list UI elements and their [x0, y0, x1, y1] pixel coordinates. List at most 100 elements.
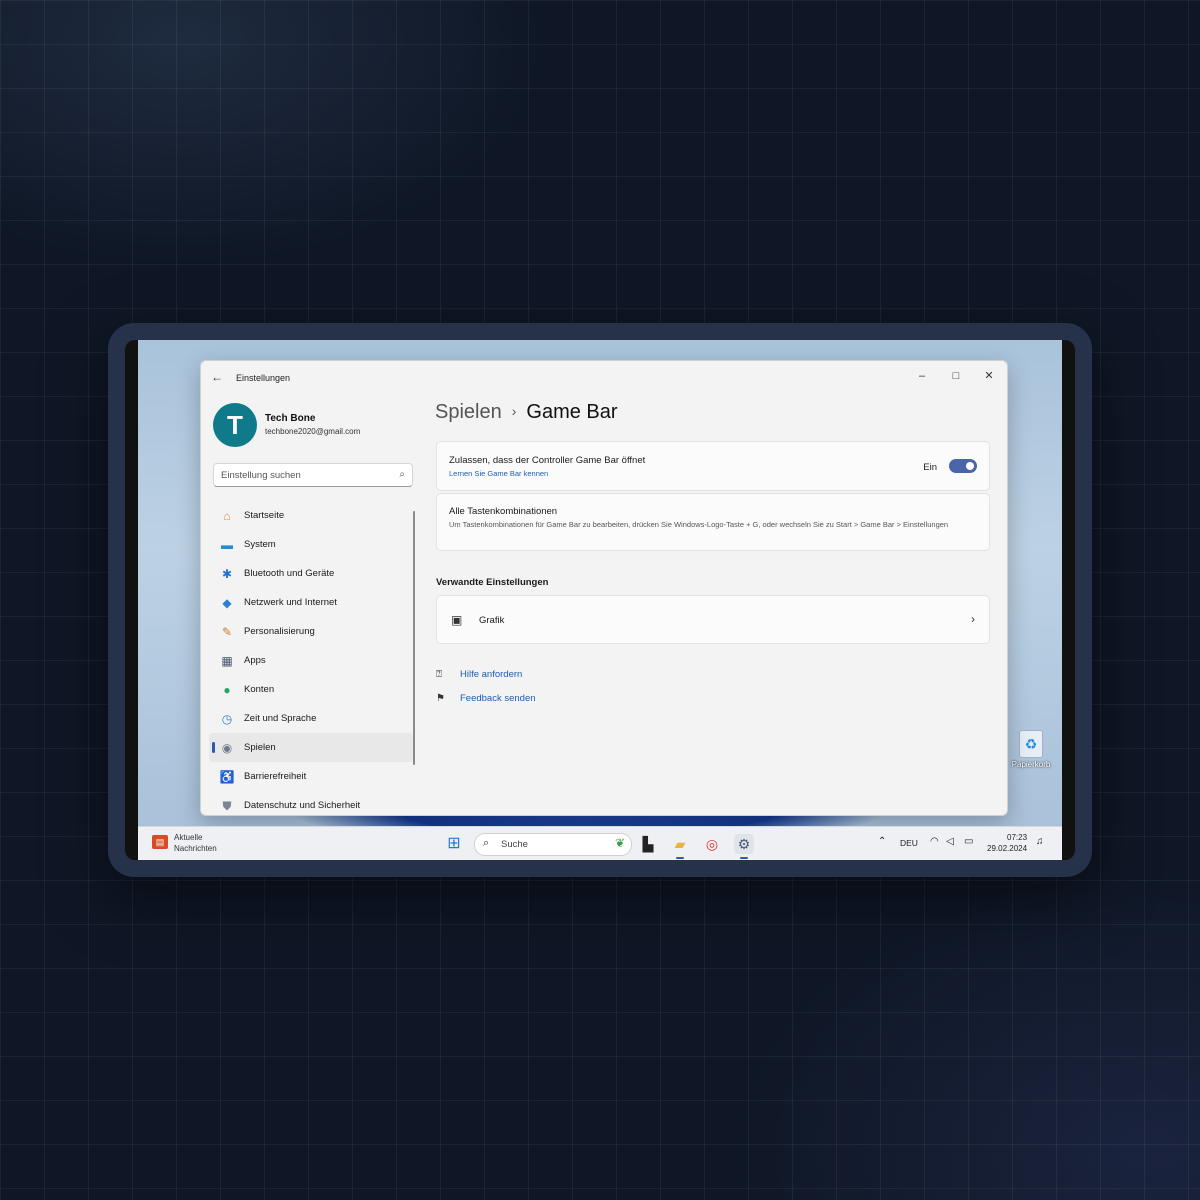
learn-game-bar-link[interactable]: Lernen Sie Game Bar kennen — [449, 469, 548, 478]
sidebar-item-label: System — [244, 539, 276, 550]
breadcrumb-parent[interactable]: Spielen — [435, 401, 502, 423]
sidebar-item-apps[interactable]: ▦ Apps — [209, 646, 413, 675]
settings-running-indicator — [740, 857, 748, 859]
sidebar-item-label: Spielen — [244, 742, 276, 753]
toggle-knob — [966, 462, 974, 470]
maximize-button[interactable]: □ — [941, 366, 971, 386]
clock-time: 07:23 — [1007, 833, 1028, 842]
shortcuts-description: Um Tastenkombinationen für Game Bar zu b… — [449, 520, 949, 529]
sidebar-item-label: Datenschutz und Sicherheit — [244, 800, 361, 811]
news-line-2: Nachrichten — [174, 844, 217, 853]
accessibility-icon: ♿ — [219, 770, 235, 784]
bluetooth-icon: ✱ — [221, 567, 233, 581]
related-settings-heading: Verwandte Einstellungen — [436, 577, 549, 588]
file-explorer-running-indicator — [676, 857, 684, 859]
news-widget-icon[interactable]: ▤ — [152, 835, 168, 849]
taskbar: ▤ Aktuelle Nachrichten ⊞ ⌕ Suche ❦ ▙ ▰ ◎… — [138, 826, 1062, 860]
volume-icon[interactable]: ◁ — [946, 836, 954, 847]
sidebar-item-label: Apps — [244, 655, 266, 666]
search-icon: ⌕ — [399, 469, 405, 480]
screen: ♻ Papierkorb ← Einstellungen – □ ✕ T Tec… — [125, 340, 1075, 860]
clock[interactable]: 07:23 29.02.2024 — [987, 832, 1027, 854]
shortcuts-setting-card[interactable]: Alle Tastenkombinationen Um Tastenkombin… — [436, 493, 990, 551]
window-title: Einstellungen — [236, 373, 291, 383]
shield-icon: ⛊ — [222, 799, 232, 813]
chrome-icon[interactable]: ◎ — [702, 834, 722, 854]
recycle-bin-icon: ♻ — [1019, 730, 1043, 758]
sidebar-item-label: Netzwerk und Internet — [244, 597, 337, 608]
help-icon: ⍰ — [436, 669, 442, 680]
brush-icon: ✎ — [221, 625, 233, 639]
home-icon: ⌂ — [223, 509, 231, 523]
send-feedback-link[interactable]: ⚑ Feedback senden — [436, 693, 536, 704]
profile-email: techbone2020@gmail.com — [265, 427, 361, 436]
apps-icon: ▦ — [221, 654, 233, 668]
gamepad-icon: ◉ — [221, 741, 233, 755]
recycle-bin-shortcut[interactable]: ♻ Papierkorb — [1006, 730, 1056, 769]
chevron-up-icon[interactable]: ⌃ — [878, 836, 886, 847]
get-help-label: Hilfe anfordern — [460, 669, 523, 680]
desktop: ♻ Papierkorb ← Einstellungen – □ ✕ T Tec… — [138, 340, 1062, 860]
controller-setting-title: Zulassen, dass der Controller Game Bar ö… — [449, 455, 646, 466]
news-line-1: Aktuelle — [174, 833, 203, 842]
graphics-setting-card[interactable]: ▣ Grafik › — [436, 595, 990, 644]
breadcrumb-separator: › — [511, 403, 517, 419]
search-highlight-icon: ❦ — [614, 836, 625, 850]
sidebar-nav: ⌂ Startseite ▬ System ✱ Bluetooth und Geräte ◆… — [209, 501, 413, 815]
sidebar-item-person[interactable]: ● Konten — [209, 675, 413, 704]
sidebar-item-label: Zeit und Sprache — [244, 713, 317, 724]
shortcuts-title: Alle Tastenkombinationen — [449, 506, 558, 517]
breadcrumb: Spielen › Game Bar — [435, 401, 618, 424]
notification-bell-icon[interactable]: ♫ — [1036, 836, 1044, 847]
close-button[interactable]: ✕ — [974, 366, 1004, 386]
wifi-icon: ◆ — [222, 596, 232, 610]
sidebar-item-label: Barrierefreiheit — [244, 771, 307, 782]
sidebar-item-gamepad[interactable]: ◉ Spielen — [209, 733, 413, 762]
get-help-link[interactable]: ⍰ Hilfe anfordern — [436, 669, 522, 680]
sidebar-item-wifi[interactable]: ◆ Netzwerk und Internet — [209, 588, 413, 617]
page-title: Game Bar — [526, 401, 618, 423]
sidebar-item-brush[interactable]: ✎ Personalisierung — [209, 617, 413, 646]
sidebar-item-shield[interactable]: ⛊ Datenschutz und Sicherheit — [209, 791, 413, 815]
sidebar-item-bluetooth[interactable]: ✱ Bluetooth und Geräte — [209, 559, 413, 588]
feedback-icon: ⚑ — [436, 693, 445, 704]
sidebar-item-label: Startseite — [244, 510, 285, 521]
sidebar-item-accessibility[interactable]: ♿ Barrierefreiheit — [209, 762, 413, 791]
recycle-bin-label: Papierkorb — [1011, 760, 1051, 769]
file-explorer-icon[interactable]: ▰ — [670, 834, 690, 854]
minimize-button[interactable]: – — [907, 366, 937, 386]
controller-setting-card: Zulassen, dass der Controller Game Bar ö… — [436, 441, 990, 491]
globe-clock-icon: ◷ — [221, 712, 233, 726]
wifi-icon[interactable]: ◠ — [930, 836, 939, 847]
profile-name: Tech Bone — [265, 413, 316, 424]
chevron-right-icon: › — [971, 612, 975, 626]
monitor-icon: ▬ — [221, 538, 233, 552]
sidebar-item-monitor[interactable]: ▬ System — [209, 530, 413, 559]
settings-gear-icon[interactable]: ⚙ — [734, 834, 754, 854]
controller-game-bar-toggle[interactable] — [949, 459, 977, 473]
taskbar-search-box[interactable]: ⌕ Suche ❦ — [474, 833, 632, 856]
toggle-state-label: Ein — [923, 462, 937, 473]
battery-icon[interactable]: ▭ — [964, 836, 973, 847]
sidebar-item-label: Konten — [244, 684, 275, 695]
language-indicator[interactable]: DEU — [900, 838, 918, 848]
sidebar-item-home[interactable]: ⌂ Startseite — [209, 501, 413, 530]
tablet-frame: ♻ Papierkorb ← Einstellungen – □ ✕ T Tec… — [108, 323, 1092, 877]
task-view-icon[interactable]: ▙ — [638, 834, 658, 854]
graphics-label: Grafik — [479, 615, 505, 626]
start-button-windows-icon[interactable]: ⊞ — [444, 834, 464, 854]
sidebar-item-globe-clock[interactable]: ◷ Zeit und Sprache — [209, 704, 413, 733]
back-arrow-icon[interactable]: ← — [211, 370, 223, 384]
person-icon: ● — [223, 683, 231, 697]
sidebar-item-label: Personalisierung — [244, 626, 315, 637]
sidebar-item-label: Bluetooth und Geräte — [244, 568, 335, 579]
clock-date: 29.02.2024 — [987, 844, 1028, 853]
news-widget[interactable]: Aktuelle Nachrichten — [174, 832, 217, 854]
sidebar-scrollbar[interactable] — [413, 511, 415, 765]
settings-search-input[interactable]: Einstellung suchen ⌕ — [213, 463, 413, 487]
avatar: T — [213, 403, 257, 447]
send-feedback-label: Feedback senden — [460, 693, 536, 704]
search-icon: ⌕ — [483, 837, 490, 849]
settings-window: ← Einstellungen – □ ✕ T Tech Bone techbo… — [200, 360, 1008, 816]
graphics-card-icon: ▣ — [451, 613, 463, 627]
